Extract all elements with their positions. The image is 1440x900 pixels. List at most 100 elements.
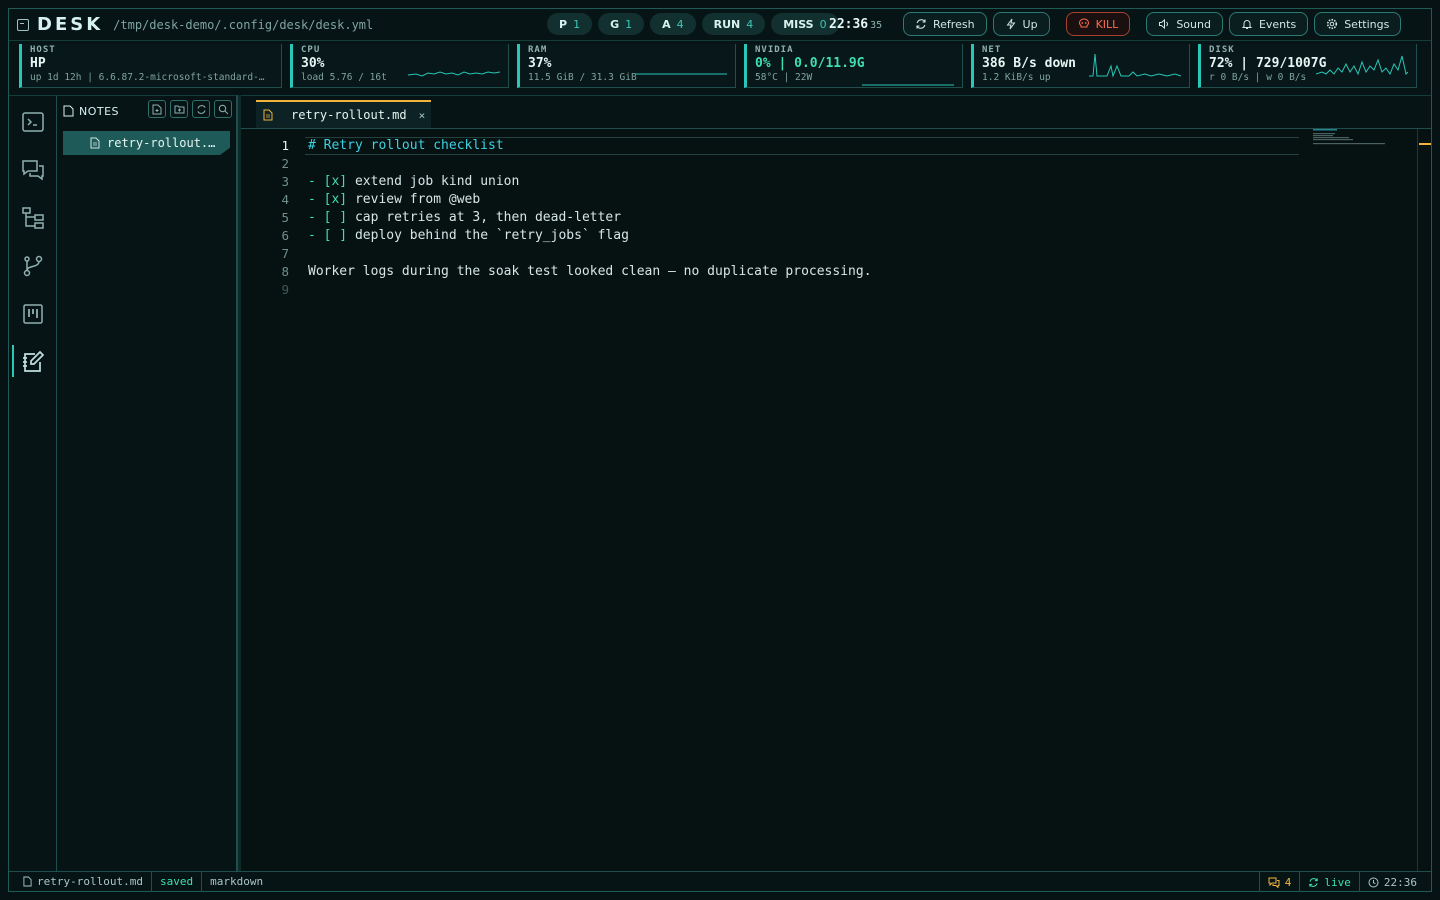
checkbox-marker: - [x] bbox=[308, 174, 348, 189]
comments-count: 4 bbox=[1284, 875, 1292, 889]
skull-icon bbox=[1078, 18, 1089, 28]
gpu-sparkline bbox=[862, 84, 954, 86]
stat-value: HP bbox=[30, 56, 46, 71]
settings-label: Settings bbox=[1344, 17, 1390, 31]
note-file-icon bbox=[63, 105, 74, 117]
gear-icon bbox=[1327, 18, 1338, 30]
status-bar: retry-rollout.md saved markdown 4 live 2… bbox=[9, 871, 1431, 892]
tab-label: retry-rollout.md bbox=[291, 108, 407, 122]
code-line: Worker logs during the soak test looked … bbox=[308, 264, 872, 279]
sync-icon bbox=[1309, 877, 1319, 887]
terminal-logo-icon bbox=[17, 18, 29, 31]
tab-close-button[interactable]: × bbox=[419, 109, 426, 122]
stat-label: HOST bbox=[30, 45, 56, 55]
toolbar: Refresh Up KILL Sound Events Settings bbox=[903, 12, 1402, 36]
status-mode[interactable]: markdown bbox=[202, 872, 271, 892]
clock-time: 22:36 bbox=[829, 17, 869, 32]
new-folder-button[interactable] bbox=[170, 100, 188, 118]
pill-label: RUN bbox=[713, 17, 741, 31]
code-line: - [ ] cap retries at 3, then dead-letter bbox=[308, 210, 621, 225]
ram-sparkline bbox=[635, 73, 727, 75]
pill-label: A bbox=[662, 17, 671, 31]
notes-tools bbox=[148, 100, 232, 118]
code-text: cap retries at 3, then dead-letter bbox=[347, 210, 622, 225]
activity-rail bbox=[9, 95, 57, 871]
line-number: 3 bbox=[281, 174, 289, 189]
refresh-button[interactable]: Refresh bbox=[903, 12, 987, 36]
minimap[interactable] bbox=[1305, 129, 1425, 159]
checkbox-marker: - [ ] bbox=[308, 228, 348, 243]
kanban-icon[interactable] bbox=[21, 302, 45, 326]
line-number: 7 bbox=[281, 246, 289, 261]
app-window: DESK /tmp/desk-demo/.config/desk/desk.ym… bbox=[8, 8, 1432, 892]
pill-label: G bbox=[610, 17, 620, 31]
pill-run[interactable]: RUN 4 bbox=[701, 13, 766, 35]
pill-value: 0 bbox=[819, 17, 827, 31]
pill-g[interactable]: G1 bbox=[598, 13, 645, 35]
file-tree-icon[interactable] bbox=[21, 206, 45, 230]
status-comments[interactable]: 4 bbox=[1258, 872, 1300, 892]
stat-sub: up 1d 12h | 6.6.87.2-microsoft-standard-… bbox=[30, 72, 265, 83]
sound-label: Sound bbox=[1176, 17, 1211, 31]
vertical-scrollbar[interactable] bbox=[1417, 129, 1418, 871]
pill-p[interactable]: P1 bbox=[547, 13, 593, 35]
new-note-button[interactable] bbox=[148, 100, 166, 118]
notes-icon[interactable] bbox=[12, 345, 45, 377]
git-branch-icon[interactable] bbox=[21, 254, 45, 278]
settings-button[interactable]: Settings bbox=[1314, 12, 1402, 36]
code-text: review from @web bbox=[347, 192, 481, 207]
code-line-heading: # Retry rollout checklist bbox=[308, 138, 504, 153]
notes-title: NOTES bbox=[79, 104, 120, 118]
note-list-item-label: retry-rollout.… bbox=[107, 136, 216, 150]
search-notes-button[interactable] bbox=[214, 100, 232, 118]
stat-gpu: NVIDIA 0% | 0.0/11.9G 58°C | 22W bbox=[744, 44, 963, 88]
line-number: 8 bbox=[281, 264, 289, 279]
code-text: deploy behind the `retry_jobs` flag bbox=[347, 228, 629, 243]
editor-tab-bar: retry-rollout.md × bbox=[241, 95, 1431, 129]
reload-notes-button[interactable] bbox=[192, 100, 210, 118]
search-icon bbox=[218, 104, 228, 114]
file-icon bbox=[23, 876, 32, 887]
note-list-item[interactable]: retry-rollout.… bbox=[63, 131, 230, 155]
comments-icon bbox=[1268, 877, 1280, 888]
top-bar: DESK /tmp/desk-demo/.config/desk/desk.ym… bbox=[9, 9, 1431, 41]
terminal-icon[interactable] bbox=[21, 110, 45, 134]
stats-row: HOST HP up 1d 12h | 6.6.87.2-microsoft-s… bbox=[19, 44, 1417, 88]
status-file-name: retry-rollout.md bbox=[37, 875, 143, 888]
stat-label: NVIDIA bbox=[755, 45, 794, 55]
chat-icon[interactable] bbox=[21, 158, 45, 182]
line-number: 5 bbox=[281, 210, 289, 225]
code-text: extend job kind union bbox=[347, 174, 520, 189]
up-button[interactable]: Up bbox=[992, 12, 1050, 36]
tab-retry-rollout[interactable]: retry-rollout.md × bbox=[256, 100, 431, 128]
markdown-file-icon bbox=[263, 109, 273, 121]
stat-label: RAM bbox=[528, 45, 548, 55]
sound-button[interactable]: Sound bbox=[1146, 12, 1223, 36]
app-brand: DESK bbox=[37, 14, 104, 35]
events-button[interactable]: Events bbox=[1228, 12, 1309, 36]
kill-button[interactable]: KILL bbox=[1065, 12, 1131, 36]
stat-host: HOST HP up 1d 12h | 6.6.87.2-microsoft-s… bbox=[19, 44, 282, 88]
status-live[interactable]: live bbox=[1299, 872, 1359, 892]
speaker-icon bbox=[1159, 18, 1169, 30]
events-label: Events bbox=[1258, 17, 1297, 31]
markdown-editor[interactable]: 1 2 3 4 5 6 7 8 9 # Retry rollout checkl… bbox=[241, 129, 1431, 871]
new-folder-icon bbox=[174, 105, 184, 114]
pill-value: 1 bbox=[625, 17, 633, 31]
up-label: Up bbox=[1022, 17, 1038, 31]
code-line: - [x] review from @web bbox=[308, 192, 480, 207]
pill-a[interactable]: A4 bbox=[650, 13, 696, 35]
refresh-icon bbox=[196, 104, 206, 114]
clock-icon bbox=[1368, 877, 1379, 887]
notes-panel: NOTES retry-rollout.… bbox=[57, 95, 237, 871]
stat-ram: RAM 37% 11.5 GiB / 31.3 GiB bbox=[517, 44, 736, 88]
net-sparkline bbox=[1089, 53, 1181, 78]
status-time: 22:36 bbox=[1358, 872, 1431, 892]
line-number: 1 bbox=[281, 138, 289, 153]
checkbox-marker: - [ ] bbox=[308, 210, 348, 225]
line-number: 4 bbox=[281, 192, 289, 207]
clock: 22:36 35 bbox=[829, 17, 882, 32]
line-number: 2 bbox=[281, 156, 289, 171]
pill-value: 1 bbox=[573, 17, 581, 31]
stat-disk: DISK 72% | 729/1007G r 0 B/s | w 0 B/s bbox=[1198, 44, 1417, 88]
